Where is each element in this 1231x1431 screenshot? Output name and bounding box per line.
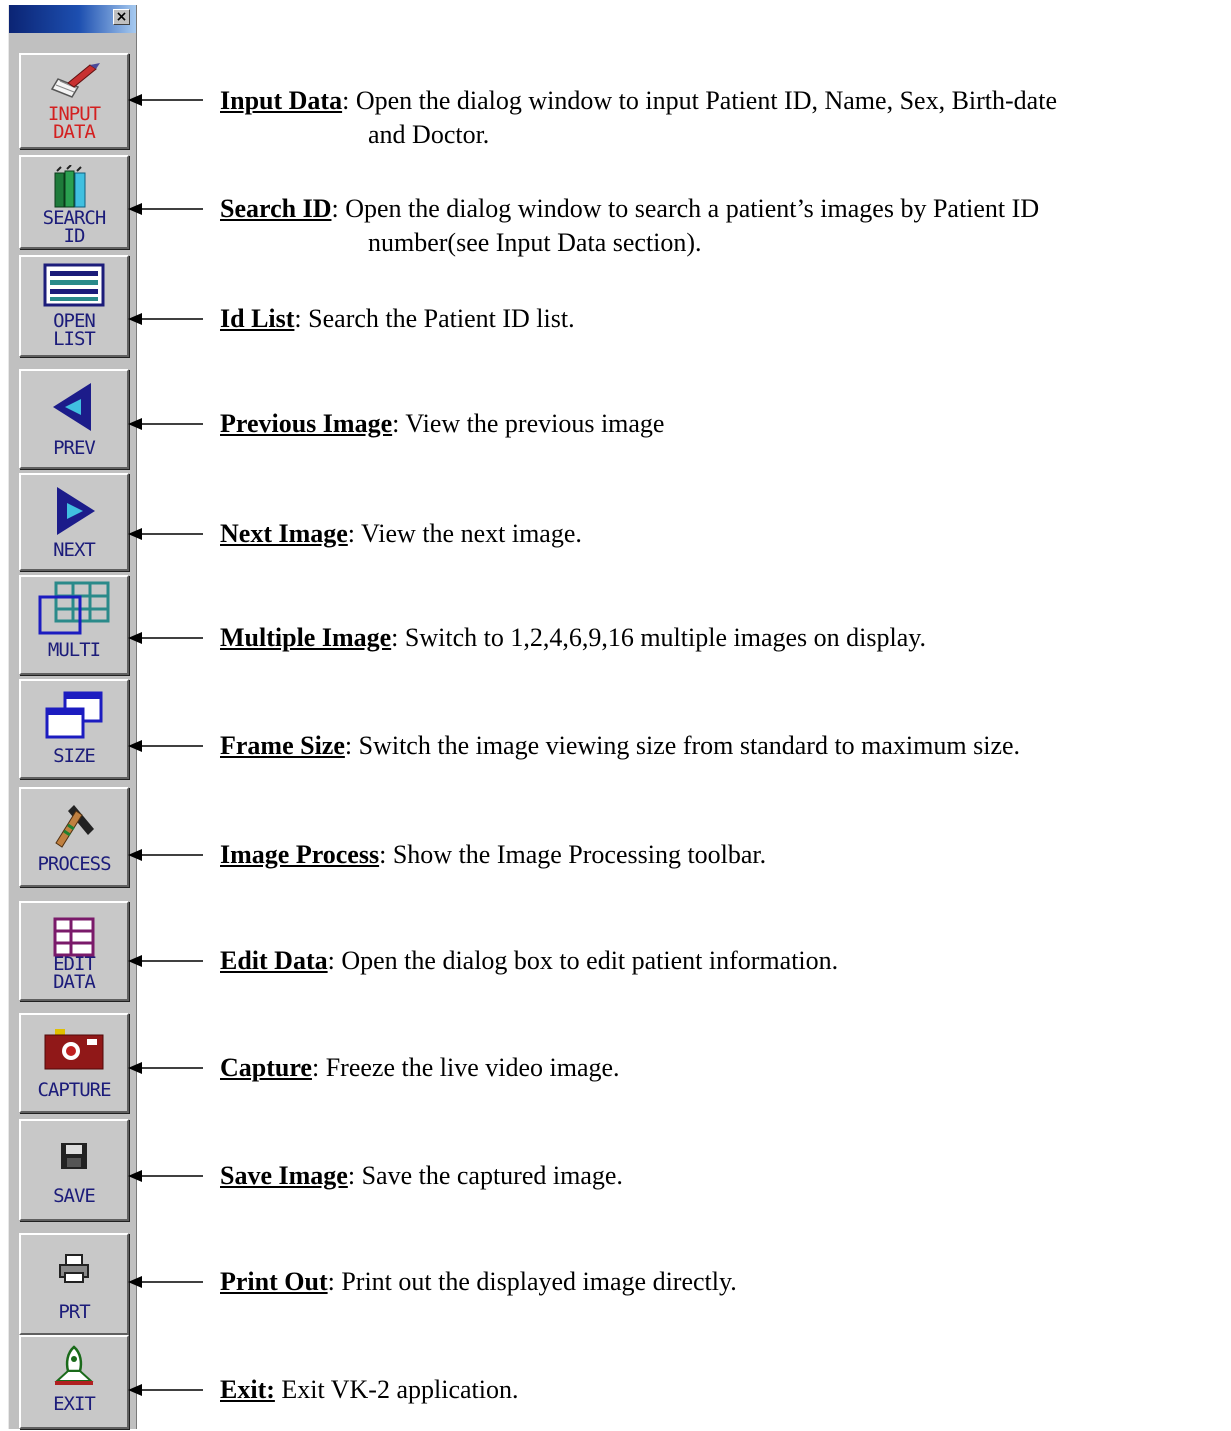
save-button[interactable]: SAVE [19,1119,129,1221]
desc-text: Show the Image Processing toolbar. [386,840,767,869]
hammer-icon [55,805,94,848]
arrow-multiple-image [128,632,203,644]
rocket-icon [54,1345,94,1385]
arrow-print-out [128,1276,203,1288]
list-icon [43,263,105,307]
term-search-id: Search ID [220,194,332,223]
desc-text: Open the dialog window to search a patie… [338,194,1040,223]
print-button[interactable]: PRT [19,1233,129,1335]
open-list-label: OPEN LIST [53,310,96,350]
desc-capture: Capture: Freeze the live video image. [220,1053,620,1082]
desc-text: Open the dialog window to input Patient … [349,86,1057,115]
exit-button[interactable]: EXIT [19,1335,129,1429]
search-id-button[interactable]: SEARCH ID [19,155,129,249]
floppy-icon [61,1143,87,1169]
arrow-exit [128,1384,203,1396]
windows-icon [45,691,103,739]
desc-image-process: Image Process: Show the Image Processing… [220,840,767,869]
search-id-label: SEARCH ID [42,207,107,247]
arrow-id-list [128,313,203,325]
size-label: SIZE [53,745,96,767]
desc-text: Open the dialog box to edit patient info… [334,946,839,975]
multi-label: MULTI [47,639,101,661]
print-label: PRT [58,1301,90,1323]
term-save-image: Save Image [220,1161,348,1190]
desc-text: View the next image. [355,519,582,548]
capture-label: CAPTURE [37,1079,111,1101]
arrow-next-image [128,528,203,540]
grid-icon [38,581,110,635]
desc-edit-data: Edit Data: Open the dialog box to edit p… [220,946,839,975]
capture-button[interactable]: CAPTURE [19,1013,129,1113]
arrow-edit-data [128,955,203,967]
arrow-search-id [128,203,203,215]
desc-text: Switch the image viewing size from stand… [352,731,1021,760]
term-exit: Exit: [220,1375,275,1404]
term-frame-size: Frame Size [220,731,345,760]
desc-input-data: Input Data: Open the dialog window to in… [220,84,1220,152]
desc-continuation: number(see Input Data section). [368,228,702,257]
camera-icon [44,1029,104,1070]
arrow-image-process [128,849,203,861]
desc-text: Print out the displayed image directly. [334,1267,737,1296]
desc-save-image: Save Image: Save the captured image. [220,1161,623,1190]
term-capture: Capture [220,1053,312,1082]
process-label: PROCESS [37,853,111,875]
multi-button[interactable]: MULTI [19,575,129,675]
desc-search-id: Search ID: Open the dialog window to sea… [220,192,1220,260]
desc-continuation: and Doctor. [368,120,490,149]
term-input-data: Input Data [220,86,343,115]
desc-frame-size: Frame Size: Switch the image viewing siz… [220,731,1021,760]
desc-text: View the previous image [399,409,665,438]
process-button[interactable]: PROCESS [19,787,129,887]
arrow-previous-image [128,418,203,430]
term-image-process: Image Process [220,840,380,869]
desc-print-out: Print Out: Print out the displayed image… [220,1267,737,1296]
size-button[interactable]: SIZE [19,679,129,779]
term-multiple-image: Multiple Image [220,623,392,652]
toolbar-title-bar[interactable]: × [9,5,136,33]
save-label: SAVE [53,1185,96,1207]
desc-text: Search the Patient ID list. [301,304,575,333]
arrow-input-data [128,94,203,106]
term-print-out: Print Out [220,1267,328,1296]
input-data-button[interactable]: INPUT DATA [19,53,129,149]
desc-id-list: Id List: Search the Patient ID list. [220,304,575,333]
edit-data-label: EDIT DATA [53,953,96,993]
prev-label: PREV [53,437,96,459]
desc-text: Exit VK-2 application. [274,1375,519,1404]
right-triangle-icon [57,487,95,535]
arrow-capture [128,1062,203,1074]
exit-label: EXIT [53,1393,96,1415]
term-previous-image: Previous Image [220,409,393,438]
next-label: NEXT [53,539,96,561]
open-list-button[interactable]: OPEN LIST [19,255,129,357]
desc-multiple-image: Multiple Image: Switch to 1,2,4,6,9,16 m… [220,623,927,652]
term-next-image: Next Image [220,519,348,548]
vertical-toolbar: × INPUT DATA SEARCH ID OPEN LIST PREV NE… [8,5,137,1429]
pen-icon [50,63,100,98]
desc-next-image: Next Image: View the next image. [220,519,582,548]
desc-text: Freeze the live video image. [319,1053,620,1082]
desc-exit: Exit: Exit VK-2 application. [220,1373,1220,1407]
edit-grid-icon [53,917,95,957]
edit-data-button[interactable]: EDIT DATA [19,901,129,1001]
term-edit-data: Edit Data [220,946,328,975]
close-icon: × [115,9,128,25]
input-data-label: INPUT DATA [47,103,101,143]
desc-previous-image: Previous Image: View the previous image [220,409,665,438]
term-id-list: Id List [220,304,295,333]
desc-text: Switch to 1,2,4,6,9,16 multiple images o… [398,623,927,652]
next-button[interactable]: NEXT [19,473,129,571]
arrow-frame-size [128,740,203,752]
books-icon [54,165,86,208]
arrow-save-image [128,1170,203,1182]
left-triangle-icon [53,383,91,431]
close-button[interactable]: × [113,9,130,25]
printer-icon [59,1254,89,1283]
desc-text: Save the captured image. [355,1161,623,1190]
prev-button[interactable]: PREV [19,369,129,469]
